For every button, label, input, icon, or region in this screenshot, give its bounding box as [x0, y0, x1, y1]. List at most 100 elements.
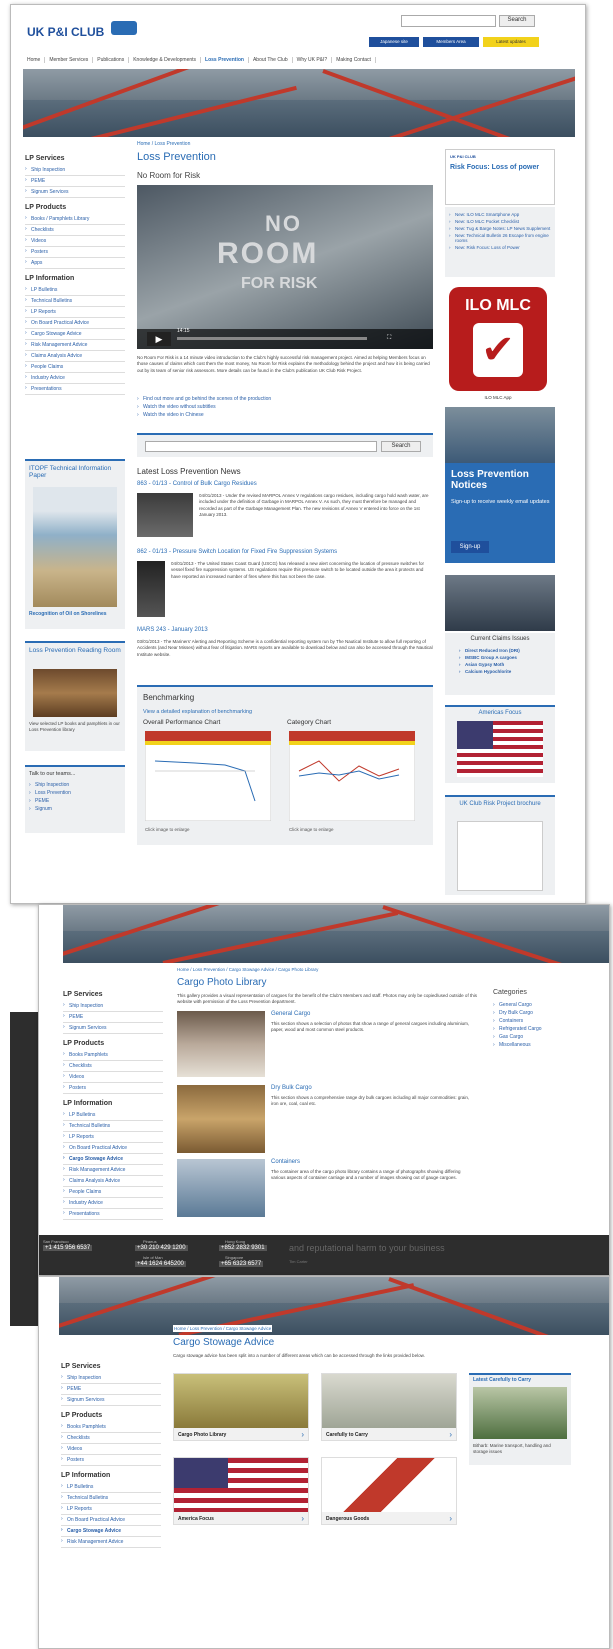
sidebar-item[interactable]: PEME — [61, 1384, 161, 1395]
itopf-cover-image[interactable] — [33, 487, 117, 607]
sidebar-item[interactable]: Posters — [61, 1455, 161, 1466]
office-phone[interactable]: +30 210 429 1200 — [135, 1245, 188, 1251]
sidebar-item[interactable]: Presentations — [63, 1209, 163, 1220]
news-thumbnail[interactable] — [137, 493, 193, 537]
general-cargo-image[interactable] — [177, 1011, 265, 1077]
video-link[interactable]: Find out more and go behind the scenes o… — [137, 395, 271, 403]
reading-room-title[interactable]: Loss Prevention Reading Room — [29, 647, 121, 654]
right-news-item[interactable]: New: ILO MLC Pocket Checklist — [449, 218, 553, 225]
brochure-box[interactable]: UK Club Risk Project brochure — [445, 795, 555, 895]
nav-knowledge[interactable]: Knowledge & Developments — [129, 57, 202, 63]
site-search-button[interactable]: Search — [499, 15, 535, 27]
nav-why[interactable]: Why UK P&I? — [293, 57, 333, 63]
claims-item[interactable]: IMSBC Group A cargoes — [459, 654, 520, 661]
sidebar-item[interactable]: Ship Inspection — [61, 1373, 161, 1384]
sidebar-item[interactable]: Checklists — [63, 1061, 163, 1072]
breadcrumb[interactable]: Home / Loss Prevention / Cargo Stowage A… — [173, 1325, 273, 1332]
sidebar-item[interactable]: Risk Management Advice — [25, 340, 125, 351]
news-title[interactable]: MARS 243 - January 2013 — [137, 627, 208, 633]
itopf-link[interactable]: Recognition of Oil on Shorelines — [29, 611, 107, 617]
overall-performance-chart-image[interactable] — [145, 731, 271, 821]
site-logo[interactable]: UK P&I CLUB — [27, 25, 104, 39]
category-link[interactable]: Gas Cargo — [493, 1033, 542, 1041]
sidebar-item[interactable]: LP Bulletins — [61, 1482, 161, 1493]
sidebar-item-active[interactable]: Cargo Stowage Advice — [61, 1526, 161, 1537]
office-phone[interactable]: +65 6323 6577 — [219, 1261, 264, 1267]
breadcrumb[interactable]: Home / Loss Prevention — [137, 141, 190, 147]
video-player[interactable]: NO ROOM FOR RISK ▶ 14:15 ⛶ — [137, 185, 433, 349]
sidebar-item[interactable]: LP Reports — [25, 307, 125, 318]
sidebar-item[interactable]: Signum Services — [25, 187, 125, 198]
lp-search-button[interactable]: Search — [381, 441, 421, 452]
breadcrumb[interactable]: Home / Loss Prevention / Cargo Stowage A… — [177, 967, 318, 972]
sidebar-item[interactable]: PEME — [25, 176, 125, 187]
sidebar-item[interactable]: Books Pamphlets — [63, 1050, 163, 1061]
sidebar-item[interactable]: Risk Management Advice — [61, 1537, 161, 1548]
video-scrubber[interactable] — [177, 337, 367, 340]
right-news-item[interactable]: New: ILO MLC Smartphone App — [449, 211, 553, 218]
category-link[interactable]: Miscellaneous — [493, 1041, 542, 1049]
sidebar-item[interactable]: Signum Services — [61, 1395, 161, 1406]
nav-about[interactable]: About The Club — [249, 57, 293, 63]
container-ship-image[interactable] — [445, 407, 555, 463]
lp-notices-box[interactable]: Loss Prevention Notices Sign-up to recei… — [445, 463, 555, 563]
claims-item[interactable]: Calcium Hypochlorite — [459, 668, 520, 675]
itopf-title[interactable]: ITOPF Technical Information Paper — [29, 465, 121, 479]
sidebar-item[interactable]: Signum Services — [63, 1023, 163, 1034]
video-link[interactable]: Watch the video in Chinese — [137, 411, 271, 419]
right-news-item[interactable]: New: Tug & Barge Notes: LP News Suppleme… — [449, 225, 553, 232]
office-phone[interactable]: +44 1624 645200 — [135, 1261, 186, 1267]
sidebar-item[interactable]: Books Pamphlets — [61, 1422, 161, 1433]
lp-search-input[interactable] — [145, 441, 377, 452]
play-icon[interactable]: ▶ — [147, 332, 171, 346]
sidebar-item[interactable]: Ship Inspection — [63, 1001, 163, 1012]
nav-loss-prevention[interactable]: Loss Prevention — [201, 57, 249, 63]
sidebar-item[interactable]: Technical Bulletins — [25, 296, 125, 307]
talk-link[interactable]: PEME — [29, 797, 71, 805]
nav-publications[interactable]: Publications — [93, 57, 130, 63]
ilo-mlc-app-icon[interactable]: ILO MLC ✔ — [449, 287, 547, 391]
sidebar-item[interactable]: LP Reports — [61, 1504, 161, 1515]
sidebar-item[interactable]: People Claims — [63, 1187, 163, 1198]
claims-item[interactable]: Direct Reduced Iron (DRI) — [459, 647, 520, 654]
office-phone[interactable]: +852 2832 9301 — [219, 1245, 267, 1251]
category-link[interactable]: Refrigerated Cargo — [493, 1025, 542, 1033]
sidebar-item[interactable]: People Claims — [25, 362, 125, 373]
sidebar-item[interactable]: Presentations — [25, 384, 125, 395]
burning-ship-image[interactable] — [445, 575, 555, 631]
sidebar-item[interactable]: Technical Bulletins — [61, 1493, 161, 1504]
reading-room-image[interactable] — [33, 669, 117, 717]
sidebar-item[interactable]: Videos — [25, 236, 125, 247]
sidebar-item[interactable]: Books / Pamphlets Library — [25, 214, 125, 225]
fullscreen-icon[interactable]: ⛶ — [387, 335, 391, 342]
sidebar-item[interactable]: Checklists — [61, 1433, 161, 1444]
category-link[interactable]: General Cargo — [493, 1001, 542, 1009]
latest-carefully-box[interactable]: Latest Carefully to Carry Bitharb: Marin… — [469, 1373, 571, 1465]
sidebar-item[interactable]: Claims Analysis Advice — [63, 1176, 163, 1187]
office-phone[interactable]: +1 415 956 6537 — [43, 1245, 93, 1251]
right-news-item[interactable]: New: Technical Bulletin 26 Escape from e… — [449, 232, 553, 244]
sidebar-item[interactable]: Industry Advice — [63, 1198, 163, 1209]
risk-focus-card[interactable]: UK P&I CLUB Risk Focus: Loss of power — [445, 149, 555, 205]
nav-home[interactable]: Home — [23, 57, 46, 63]
sidebar-item[interactable]: On Board Practical Advice — [61, 1515, 161, 1526]
sidebar-item[interactable]: Technical Bulletins — [63, 1121, 163, 1132]
latest-updates-button[interactable]: Latest updates — [483, 37, 539, 47]
sidebar-item[interactable]: PEME — [63, 1012, 163, 1023]
americas-focus-box[interactable]: Americas Focus — [445, 705, 555, 783]
containers-image[interactable] — [177, 1159, 265, 1217]
sidebar-item[interactable]: LP Bulletins — [63, 1110, 163, 1121]
talk-link[interactable]: Ship Inspection — [29, 781, 71, 789]
japanese-site-button[interactable]: Japanese site — [369, 37, 419, 47]
members-area-button[interactable]: Members Area — [423, 37, 479, 47]
nav-contact[interactable]: Making Contact — [332, 57, 376, 63]
item-title[interactable]: Dry Bulk Cargo — [271, 1085, 312, 1091]
news-thumbnail[interactable] — [137, 561, 165, 617]
site-search-input[interactable] — [401, 15, 496, 27]
sidebar-item[interactable]: Checklists — [25, 225, 125, 236]
claims-item[interactable]: Asian Gypsy Moth — [459, 661, 520, 668]
sidebar-item[interactable]: Ship Inspection — [25, 165, 125, 176]
category-link[interactable]: Containers — [493, 1017, 542, 1025]
benchmark-link[interactable]: View a detailed explanation of benchmark… — [143, 709, 252, 715]
sidebar-item[interactable]: Posters — [25, 247, 125, 258]
